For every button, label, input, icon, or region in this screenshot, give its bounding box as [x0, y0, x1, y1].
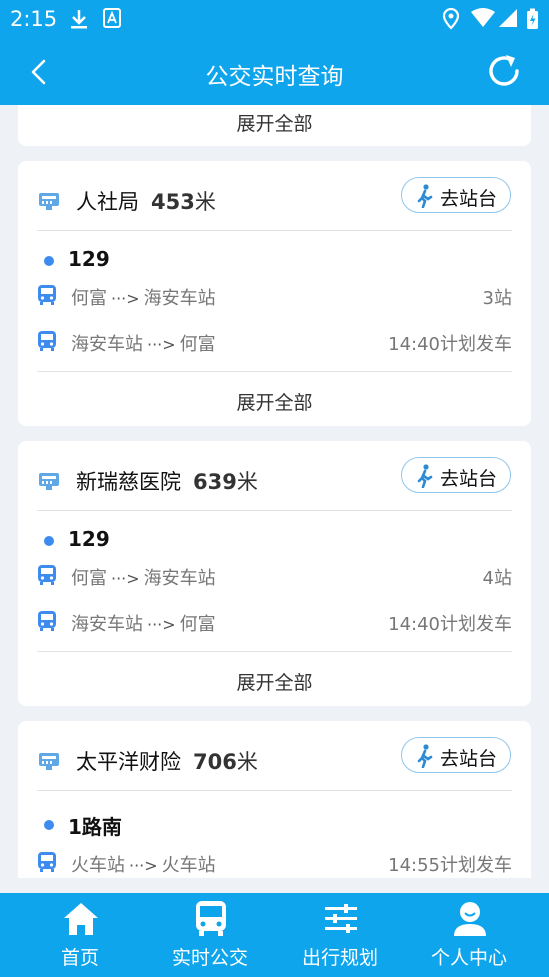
station-name-text: 太平洋财险 [76, 750, 181, 774]
walking-icon [417, 464, 433, 488]
bus-stop-icon [39, 193, 59, 210]
arrival-info: 14:40计划发车 [388, 614, 512, 635]
route-number: 1路南 [68, 815, 122, 839]
distance-unit: 米 [236, 470, 258, 494]
route-number: 129 [68, 527, 110, 551]
route-dot [44, 256, 54, 266]
direction-arrow: ···> [111, 289, 140, 308]
station-distance: 706 [193, 750, 237, 774]
walking-icon [417, 744, 433, 768]
user-icon [454, 902, 486, 936]
arrival-info: 3站 [482, 288, 512, 309]
direction-to: 海安车站 [143, 568, 216, 589]
direction-to: 海安车站 [143, 288, 216, 309]
direction-from: 海安车站 [71, 614, 143, 635]
arrival-info: 14:40计划发车 [388, 334, 512, 355]
direction-from: 火车站 [71, 855, 125, 876]
nav-label: 实时公交 [171, 947, 248, 969]
divider [37, 371, 512, 372]
station-list: 展开全部 人社局 453米 去站台 129 何富 ···> 海安车站 3站 海安… [0, 105, 549, 878]
bus-stop-icon [39, 753, 59, 770]
expand-all-button[interactable]: 展开全部 [18, 388, 531, 415]
nav-label: 出行规划 [301, 947, 378, 969]
direction-row[interactable]: 海安车站 ···> 何富 [71, 610, 216, 636]
divider [37, 510, 512, 511]
distance-unit: 米 [194, 190, 216, 214]
route-dot [44, 820, 54, 830]
divider [37, 790, 512, 791]
station-distance: 639 [193, 470, 237, 494]
direction-row[interactable]: 火车站 ···> 火车站 [71, 851, 216, 877]
station-card-partial: 展开全部 [18, 105, 531, 146]
nav-user-center[interactable]: 个人中心 [404, 893, 534, 977]
nav-trip-planning[interactable]: 出行规划 [275, 893, 405, 977]
download-icon [71, 10, 87, 29]
nav-home[interactable]: 首页 [15, 893, 145, 977]
bottom-nav: 首页 实时公交 出行规划 个人中心 [0, 893, 549, 977]
sliders-icon [325, 904, 357, 933]
bus-icon [38, 285, 56, 305]
nav-label: 首页 [60, 947, 99, 969]
direction-row[interactable]: 何富 ···> 海安车站 [71, 564, 216, 590]
go-to-stop-button[interactable]: 去站台 [401, 177, 511, 213]
expand-all-button[interactable]: 展开全部 [18, 668, 531, 695]
nav-label: 个人中心 [430, 947, 507, 969]
station-name: 太平洋财险 706米 [76, 746, 258, 776]
app-header: 公交实时查询 [0, 38, 549, 105]
direction-from: 何富 [71, 568, 107, 589]
distance-unit: 米 [236, 750, 258, 774]
station-card: 人社局 453米 去站台 129 何富 ···> 海安车站 3站 海安车站 ···> [18, 161, 531, 426]
status-bar: 2:15 [0, 0, 549, 38]
go-to-stop-label: 去站台 [440, 188, 498, 210]
direction-row[interactable]: 何富 ···> 海安车站 [71, 284, 216, 310]
refresh-icon[interactable] [484, 51, 524, 91]
direction-to: 何富 [179, 334, 216, 355]
station-card: 太平洋财险 706米 去站台 1路南 火车站 ···> 火车站 14:55计划发车 [18, 721, 531, 878]
arrival-info: 14:55计划发车 [388, 855, 512, 876]
station-name-text: 新瑞慈医院 [76, 470, 181, 494]
station-distance: 453 [151, 190, 195, 214]
bus-icon [38, 331, 56, 351]
go-to-stop-label: 去站台 [440, 748, 498, 770]
direction-from: 海安车站 [71, 334, 143, 355]
signal-icon [499, 9, 517, 27]
direction-from: 何富 [71, 288, 107, 309]
bus-stop-icon [39, 473, 59, 490]
bus-icon [38, 611, 56, 631]
direction-arrow: ···> [111, 569, 140, 588]
go-to-stop-button[interactable]: 去站台 [401, 457, 511, 493]
station-name: 新瑞慈医院 639米 [76, 466, 258, 496]
station-card: 新瑞慈医院 639米 去站台 129 何富 ···> 海安车站 4站 海安车站 ·· [18, 441, 531, 706]
divider [37, 230, 512, 231]
arrival-info: 4站 [482, 568, 512, 589]
direction-row[interactable]: 海安车站 ···> 何富 [71, 330, 216, 356]
go-to-stop-label: 去站台 [440, 468, 498, 490]
station-name: 人社局 453米 [76, 186, 216, 216]
direction-arrow: ···> [147, 335, 176, 354]
route-number: 129 [68, 247, 110, 271]
home-icon [64, 903, 98, 935]
direction-arrow: ···> [147, 615, 176, 634]
walking-icon [417, 184, 433, 208]
app-notification-icon [103, 8, 121, 28]
go-to-stop-button[interactable]: 去站台 [401, 737, 511, 773]
bus-icon [196, 901, 226, 936]
bus-icon [38, 852, 56, 872]
page-title: 公交实时查询 [205, 64, 344, 90]
direction-arrow: ···> [129, 856, 158, 875]
wifi-icon [471, 8, 495, 27]
direction-to: 何富 [179, 614, 216, 635]
divider [37, 651, 512, 652]
location-icon [442, 8, 460, 30]
expand-all-button[interactable]: 展开全部 [18, 109, 531, 136]
battery-icon [527, 8, 538, 29]
bus-icon [38, 565, 56, 585]
direction-to: 火车站 [161, 855, 216, 876]
status-time: 2:15 [10, 7, 58, 31]
nav-realtime-bus[interactable]: 实时公交 [145, 893, 275, 977]
station-name-text: 人社局 [76, 190, 139, 214]
route-dot [44, 536, 54, 546]
